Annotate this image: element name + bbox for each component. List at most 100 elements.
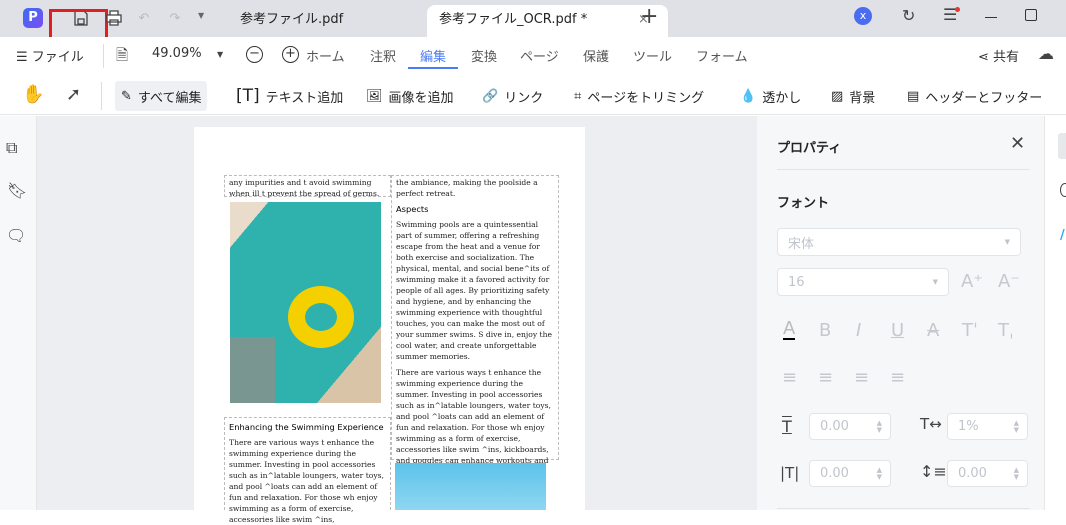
pool-image[interactable] xyxy=(230,202,381,403)
link-button[interactable]: 🔗 リンク xyxy=(476,81,549,111)
divider xyxy=(101,82,102,110)
font-color-icon[interactable]: A xyxy=(783,320,796,340)
undo-icon[interactable]: ↶ xyxy=(135,9,153,27)
comment-icon[interactable]: 🗨 xyxy=(6,226,26,245)
line-spacing-input[interactable]: 0.00 ▲ ▼ xyxy=(947,460,1028,487)
line-spacing-icon: ↕≡ xyxy=(920,462,947,481)
print-icon[interactable] xyxy=(105,9,123,27)
minimize-button[interactable] xyxy=(985,17,997,18)
font-section-label: フォント xyxy=(777,196,830,211)
font-size-select[interactable]: 16 ▼ xyxy=(777,268,949,296)
paragraph: Swimming pools are a quintessential part… xyxy=(396,220,552,361)
paragraph: There are various ways t enhance the swi… xyxy=(229,438,384,524)
hamburger-menu-icon[interactable]: ☰ xyxy=(943,5,961,24)
zoom-in-icon[interactable]: + xyxy=(282,46,299,63)
zoom-dropdown-icon[interactable]: ▼ xyxy=(217,50,223,59)
text-block[interactable]: any impurities and t avoid swimming when… xyxy=(224,175,391,198)
menu-convert[interactable]: 変換 xyxy=(471,46,497,65)
properties-tab-icon[interactable] xyxy=(1058,133,1066,159)
heading: Enhancing the Swimming Experience xyxy=(229,422,384,432)
superscript-icon[interactable]: Tˈ xyxy=(962,320,978,341)
menu-page[interactable]: ページ xyxy=(520,46,559,65)
underline-icon[interactable]: U xyxy=(891,320,904,341)
pool-image-2[interactable] xyxy=(395,463,546,510)
close-panel-icon[interactable]: ✕ xyxy=(1010,133,1025,154)
word-spacing-input[interactable]: 0.00 ▲ ▼ xyxy=(809,460,891,487)
font-size-value: 16 xyxy=(788,274,805,290)
justify-icon[interactable]: ≡ xyxy=(890,367,905,388)
crop-icon: ⌗ xyxy=(574,88,582,104)
left-sidebar xyxy=(0,116,37,510)
sync-icon[interactable]: ↻ xyxy=(902,6,915,25)
user-avatar[interactable]: x xyxy=(854,7,872,25)
text-block[interactable]: the ambiance, making the poolside a perf… xyxy=(391,175,559,476)
scale-icon: T↔ xyxy=(920,415,942,433)
redo-icon[interactable]: ↷ xyxy=(166,9,184,27)
tool-label: すべて編集 xyxy=(137,90,202,106)
paragraph: There are various ways t enhance the swi… xyxy=(396,368,551,476)
tab-label: 参考ファイル_OCR.pdf * xyxy=(439,12,588,27)
divider xyxy=(777,169,1030,170)
tab-file-1[interactable]: 参考ファイル.pdf xyxy=(228,5,418,37)
maximize-button[interactable] xyxy=(1025,9,1037,21)
watermark-button[interactable]: 💧 透かし xyxy=(734,81,807,111)
menu-tools[interactable]: ツール xyxy=(633,46,672,65)
increase-font-icon[interactable]: A⁺ xyxy=(961,271,983,292)
header-footer-icon: ▤ xyxy=(907,88,920,104)
quick-access-dropdown-icon[interactable]: ▼ xyxy=(198,11,204,20)
share-button[interactable]: ⋖ 共有 xyxy=(978,46,1019,65)
zoom-level[interactable]: 49.09% xyxy=(152,46,202,61)
char-spacing-input[interactable]: 0.00 ▲ ▼ xyxy=(809,413,891,440)
menu-forms[interactable]: フォーム xyxy=(696,46,748,65)
thumbnail-icon[interactable]: ⧉ xyxy=(6,138,17,158)
add-image-button[interactable]: 🖼 画像を追加 xyxy=(360,81,460,111)
ai-tab-icon[interactable]: / xyxy=(1060,228,1065,243)
edit-icon: ✎ xyxy=(121,88,132,104)
word-spacing-icon: |T| xyxy=(780,464,800,482)
edit-all-button[interactable]: ✎ すべて編集 xyxy=(115,81,208,111)
menu-home[interactable]: ホーム xyxy=(306,46,345,65)
strikethrough-icon[interactable]: A xyxy=(927,320,939,341)
file-label: ファイル xyxy=(31,50,84,65)
paragraph: the ambiance, making the poolside a perf… xyxy=(396,178,538,198)
align-right-icon[interactable]: ≡ xyxy=(854,367,869,388)
crop-page-button[interactable]: ⌗ ページをトリミング xyxy=(568,81,710,111)
font-family-select[interactable]: 宋体 ▼ xyxy=(777,228,1021,256)
paragraph: any impurities and t avoid swimming when… xyxy=(229,178,380,198)
file-menu[interactable]: ☰ ファイル xyxy=(16,46,84,65)
menu-annotate[interactable]: 注釈 xyxy=(370,46,396,65)
hand-tool-icon[interactable]: ✋ xyxy=(22,84,44,105)
watermark-icon: 💧 xyxy=(740,88,757,104)
scale-input[interactable]: 1% ▲ ▼ xyxy=(947,413,1028,440)
italic-icon[interactable]: I xyxy=(856,320,861,341)
subscript-icon[interactable]: Tˌ xyxy=(998,320,1014,341)
line-spacing-value: 0.00 xyxy=(958,466,987,481)
background-button[interactable]: ▨ 背景 xyxy=(825,81,881,111)
link-icon: 🔗 xyxy=(482,88,499,104)
char-spacing-icon: T xyxy=(782,417,792,436)
menu-protect[interactable]: 保護 xyxy=(583,46,609,65)
menu-edit[interactable]: 編集 xyxy=(420,46,446,65)
char-spacing-value: 0.00 xyxy=(820,419,849,434)
tool-label: テキスト追加 xyxy=(265,90,344,106)
cloud-upload-icon[interactable]: ☁ xyxy=(1038,44,1054,63)
tool-label: リンク xyxy=(504,90,544,106)
bold-icon[interactable]: B xyxy=(819,320,831,341)
tab-file-2-active[interactable]: 参考ファイル_OCR.pdf * × xyxy=(427,5,668,37)
bookmark-icon[interactable]: 🔖︎ xyxy=(7,181,27,200)
zoom-out-icon[interactable]: − xyxy=(246,46,263,63)
header-footer-button[interactable]: ▤ ヘッダーとフッター xyxy=(901,81,1048,111)
decrease-font-icon[interactable]: A⁻ xyxy=(998,271,1020,292)
text-block[interactable]: Enhancing the Swimming Experience There … xyxy=(224,417,391,524)
divider xyxy=(777,508,1030,509)
tab-label: 参考ファイル.pdf xyxy=(240,12,344,27)
align-center-icon[interactable]: ≡ xyxy=(818,367,833,388)
new-tab-button[interactable]: + xyxy=(640,4,658,29)
align-left-icon[interactable]: ≡ xyxy=(782,367,797,388)
page-view-icon[interactable]: 🗎 xyxy=(116,45,128,70)
tool-label: ページをトリミング xyxy=(587,90,705,106)
word-spacing-value: 0.00 xyxy=(820,466,849,481)
search-tab-icon[interactable] xyxy=(1060,183,1066,197)
select-tool-icon[interactable]: ➚ xyxy=(66,84,81,105)
add-text-button[interactable]: [T] テキスト追加 xyxy=(230,81,349,111)
